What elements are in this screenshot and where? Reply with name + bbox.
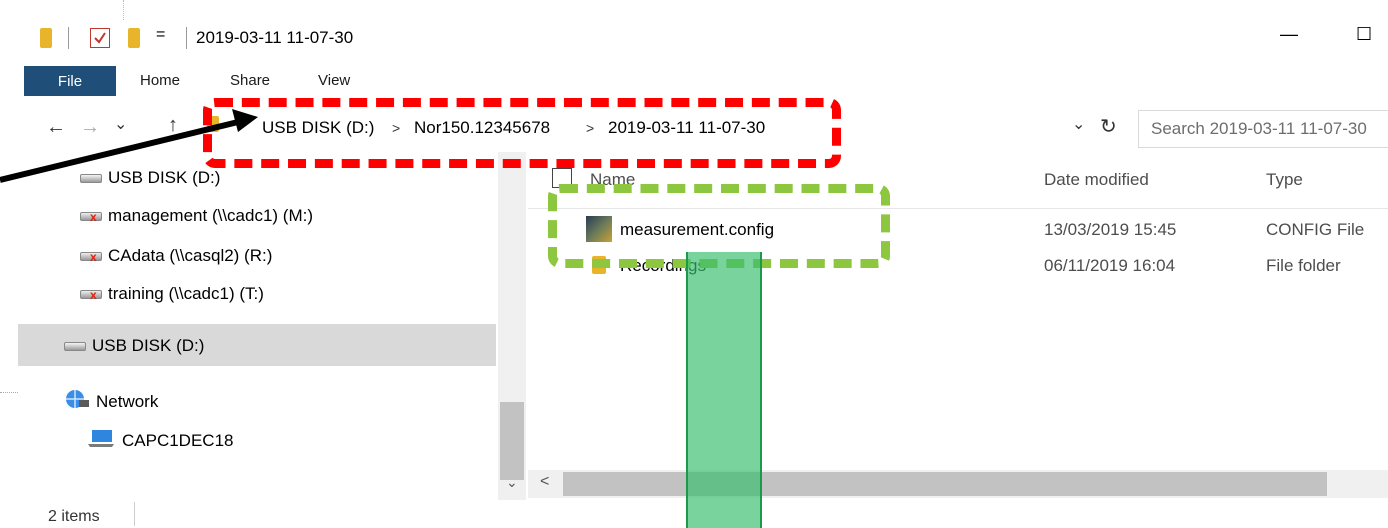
search-input[interactable]: Search 2019-03-11 11-07-30 bbox=[1138, 110, 1388, 148]
nav-item-label: CAPC1DEC18 bbox=[122, 430, 234, 450]
file-type: CONFIG File bbox=[1266, 220, 1365, 239]
computer-icon bbox=[86, 428, 116, 453]
refresh-button[interactable]: ↻ bbox=[1100, 114, 1117, 139]
status-item-count: 2 items bbox=[48, 508, 100, 525]
annotation-arrow bbox=[0, 109, 258, 183]
tab-share[interactable]: Share bbox=[230, 72, 270, 89]
green-highlight-bar bbox=[686, 252, 762, 528]
background-dotted-line bbox=[123, 0, 124, 20]
nav-pane-scroll-thumb[interactable] bbox=[500, 402, 524, 480]
maximize-button[interactable]: ☐ bbox=[1356, 24, 1372, 45]
nav-item-label: USB DISK (D:) bbox=[92, 336, 205, 355]
disconnected-network-drive-icon: x bbox=[80, 250, 102, 264]
tab-view[interactable]: View bbox=[318, 72, 350, 89]
nav-item-network[interactable]: Network bbox=[64, 388, 158, 415]
nav-item-label: CAdata (\\casql2) (R:) bbox=[108, 246, 273, 265]
toolbar-divider bbox=[68, 27, 69, 49]
nav-item-label: management (\\cadc1) (M:) bbox=[108, 206, 314, 225]
tab-home[interactable]: Home bbox=[140, 72, 180, 89]
file-date: 06/11/2019 16:04 bbox=[1044, 256, 1176, 275]
file-type: File folder bbox=[1266, 256, 1341, 275]
tab-file[interactable]: File bbox=[24, 66, 116, 96]
nav-item-cadata[interactable]: x CAdata (\\casql2) (R:) bbox=[80, 246, 272, 266]
nav-item-usb-disk-root[interactable]: USB DISK (D:) bbox=[64, 336, 204, 356]
scroll-left-icon[interactable]: < bbox=[540, 473, 549, 491]
nav-item-capc1dec18[interactable]: CAPC1DEC18 bbox=[86, 428, 234, 453]
toolbar-divider bbox=[186, 27, 187, 49]
file-list-scroll-thumb[interactable] bbox=[563, 472, 1327, 496]
disconnected-network-drive-icon: x bbox=[80, 210, 102, 224]
properties-icon[interactable] bbox=[90, 28, 110, 48]
status-divider bbox=[134, 502, 135, 526]
nav-item-label: training (\\cadc1) (T:) bbox=[108, 284, 264, 303]
nav-item-label: Network bbox=[96, 391, 159, 411]
drive-icon bbox=[64, 341, 86, 351]
search-placeholder: Search 2019-03-11 11-07-30 bbox=[1151, 119, 1367, 138]
column-header-type[interactable]: Type bbox=[1266, 170, 1303, 190]
background-dotted-line bbox=[0, 392, 18, 393]
nav-item-management[interactable]: x management (\\cadc1) (M:) bbox=[80, 206, 313, 226]
network-icon bbox=[64, 388, 90, 415]
address-dropdown-button[interactable]: ⌄ bbox=[1072, 114, 1085, 134]
file-date: 13/03/2019 15:45 bbox=[1044, 220, 1177, 239]
address-bar-highlight bbox=[203, 98, 841, 168]
quick-access-dropdown[interactable]: = bbox=[156, 26, 165, 44]
minimize-button[interactable]: — bbox=[1280, 24, 1298, 45]
disconnected-network-drive-icon: x bbox=[80, 288, 102, 302]
scroll-down-icon[interactable]: ⌄ bbox=[506, 474, 518, 491]
new-folder-icon[interactable] bbox=[128, 28, 140, 48]
folder-icon bbox=[40, 28, 52, 48]
column-header-date[interactable]: Date modified bbox=[1044, 170, 1149, 190]
window-title: 2019-03-11 11-07-30 bbox=[196, 28, 354, 47]
nav-item-training[interactable]: x training (\\cadc1) (T:) bbox=[80, 284, 264, 304]
